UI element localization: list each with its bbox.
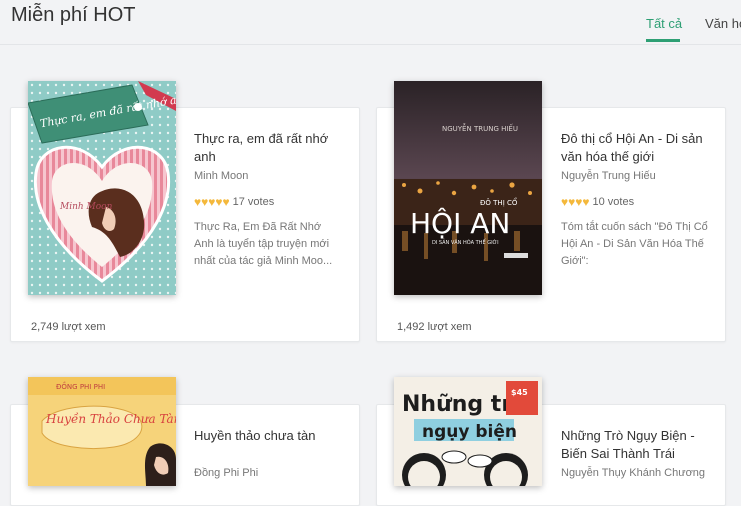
vote-count: 17 votes	[232, 196, 275, 208]
heart-rating-icons: ♥♥♥♥	[561, 195, 590, 209]
view-count: 2,749 lượt xem	[31, 321, 106, 333]
cover-author-text: ĐỒNG PHI PHI	[56, 381, 105, 391]
cover-big-title: HỘI AN	[410, 206, 510, 240]
cover-badge: $45	[511, 388, 528, 397]
book-author[interactable]: Nguyễn Trung Hiếu	[561, 170, 656, 182]
tab-all[interactable]: Tất cả	[646, 16, 682, 31]
book-title[interactable]: Những Trò Ngụy Biện - Biến Sai Thành Trá…	[561, 427, 711, 463]
section-title: Miễn phí HOT	[11, 4, 136, 26]
book-rating: ♥♥♥♥ 10 votes	[561, 195, 634, 209]
view-count: 1,492 lượt xem	[397, 321, 472, 333]
book-cover-art: NGUYỄN TRUNG HIẾU ĐÔ THỊ CỔ HỘI AN DI SẢ…	[394, 81, 542, 295]
book-title[interactable]: Huyền thảo chưa tàn	[194, 427, 344, 445]
book-title[interactable]: Thực ra, em đã rất nhớ anh	[194, 130, 344, 166]
tab-literature[interactable]: Văn họ	[705, 16, 741, 31]
book-description: Thực Ra, Em Đã Rất Nhớ Anh là tuyển tập …	[194, 221, 333, 267]
book-author[interactable]: Đồng Phi Phi	[194, 467, 258, 479]
book-author[interactable]: Nguyễn Thụy Khánh Chương	[561, 467, 705, 479]
cover-author-text: NGUYỄN TRUNG HIẾU	[442, 123, 518, 133]
book-cover[interactable]: Những trò ngụy biện $45	[394, 377, 542, 486]
cover-subtitle-small: ĐÔ THỊ CỔ	[480, 197, 518, 207]
cover-title-text: Huyền Thảo Chưa Tàn	[45, 411, 176, 426]
book-cover-art: Minh Moon Thực ra, em đã rất nhớ anh	[28, 81, 176, 295]
cover-line-2: ngụy biện	[422, 422, 517, 442]
book-title[interactable]: Đô thị cổ Hội An - Di sản văn hóa thế gi…	[561, 130, 711, 166]
cover-subtitle: DI SẢN VĂN HÓA THẾ GIỚI	[432, 238, 499, 246]
book-cover[interactable]: ĐỒNG PHI PHI Huyền Thảo Chưa Tàn	[28, 377, 176, 486]
active-tab-indicator	[646, 39, 680, 42]
book-description: Tóm tắt cuốn sách "Đô Thị Cổ Hội An - Di…	[561, 221, 708, 267]
heart-rating-icons: ♥♥♥♥♥	[194, 195, 230, 209]
book-rating: ♥♥♥♥♥ 17 votes	[194, 195, 274, 209]
book-cover-art: ĐỒNG PHI PHI Huyền Thảo Chưa Tàn	[28, 377, 176, 486]
book-author[interactable]: Minh Moon	[194, 170, 248, 182]
cover-author-text: Minh Moon	[59, 202, 113, 212]
section-header: Miễn phí HOT Tất cả Văn họ	[0, 0, 741, 45]
vote-count: 10 votes	[592, 196, 635, 208]
book-cover-art: Những trò ngụy biện $45	[394, 377, 542, 486]
book-cover[interactable]: NGUYỄN TRUNG HIẾU ĐÔ THỊ CỔ HỘI AN DI SẢ…	[394, 81, 542, 295]
book-cover[interactable]: Minh Moon Thực ra, em đã rất nhớ anh	[28, 81, 176, 295]
